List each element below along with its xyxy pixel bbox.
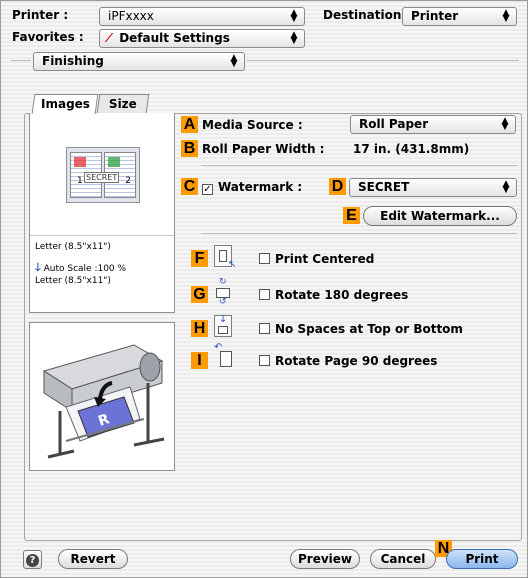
separator bbox=[201, 165, 517, 166]
image-thumbnail-icon bbox=[74, 157, 86, 167]
popup-arrows-icon: ▲ ▼ bbox=[290, 8, 298, 24]
tab-size[interactable]: Size bbox=[96, 94, 150, 113]
auto-scale-text: Auto Scale :100 % bbox=[43, 264, 127, 274]
favorites-icon: ⁄ bbox=[108, 31, 111, 45]
page-preview-frame: 1 2 SECRET bbox=[66, 147, 140, 203]
no-spaces-icon: ↓ bbox=[214, 314, 232, 337]
panel-select-value: Finishing bbox=[42, 54, 104, 68]
callout-i: I bbox=[191, 352, 208, 369]
watermark-checkbox-row[interactable]: ✓ Watermark : bbox=[202, 180, 302, 195]
callout-d: D bbox=[329, 178, 346, 195]
favorites-popup[interactable]: ⁄ Default Settings ▲ ▼ bbox=[99, 29, 305, 48]
destination-popup[interactable]: Printer ▲ ▼ bbox=[402, 7, 517, 26]
callout-h: H bbox=[191, 320, 208, 337]
popup-arrows-icon: ▲ ▼ bbox=[502, 8, 510, 24]
watermark-label: Watermark : bbox=[218, 180, 303, 194]
roll-width-label: Roll Paper Width : bbox=[202, 142, 325, 156]
callout-g: G bbox=[191, 286, 208, 303]
media-source-popup[interactable]: Roll Paper ▲ ▼ bbox=[350, 115, 516, 134]
rotate-90-icon: ↶ bbox=[214, 342, 232, 367]
tab-images[interactable]: Images bbox=[31, 94, 99, 114]
paper-to: Letter (8.5"x11") bbox=[35, 276, 111, 286]
rotate-180-icon: ↻ ↺ bbox=[214, 277, 232, 307]
help-button[interactable]: ? bbox=[23, 550, 42, 569]
printer-label: Printer : bbox=[12, 8, 69, 22]
media-source-label: Media Source : bbox=[202, 118, 303, 132]
separator bbox=[247, 60, 519, 61]
destination-label: Destination : bbox=[323, 8, 411, 22]
no-spaces-label: No Spaces at Top or Bottom bbox=[275, 322, 463, 336]
separator bbox=[201, 233, 517, 234]
callout-c: C bbox=[181, 178, 198, 195]
print-centered-icon: ↖ bbox=[214, 245, 236, 270]
large-format-printer-illustration: R bbox=[30, 323, 174, 470]
rotate-90-row[interactable]: Rotate Page 90 degrees bbox=[259, 354, 437, 368]
sheet-number: 2 bbox=[125, 176, 131, 186]
tab-size-label: Size bbox=[108, 97, 137, 111]
popup-arrows-icon: ▲ ▼ bbox=[290, 30, 298, 46]
popup-arrows-icon: ▲ ▼ bbox=[501, 116, 509, 132]
layout-preview: 1 2 SECRET Letter (8.5"x11") 🡓 Auto Scal… bbox=[29, 113, 175, 313]
popup-arrows-icon: ▲ ▼ bbox=[230, 53, 238, 69]
callout-e: E bbox=[343, 207, 360, 224]
callout-a: A bbox=[181, 116, 198, 133]
print-centered-checkbox[interactable] bbox=[259, 253, 270, 264]
destination-value: Printer bbox=[411, 9, 459, 23]
print-dialog: Printer : iPFxxxx ▲ ▼ Destination : Print… bbox=[0, 0, 528, 578]
rotate-180-row[interactable]: Rotate 180 degrees bbox=[259, 288, 408, 302]
preview-button[interactable]: Preview bbox=[290, 549, 360, 569]
media-source-value: Roll Paper bbox=[359, 117, 429, 131]
revert-button[interactable]: Revert bbox=[58, 549, 128, 569]
no-spaces-checkbox[interactable] bbox=[259, 323, 270, 334]
panel-select-popup[interactable]: Finishing ▲ ▼ bbox=[33, 52, 245, 71]
watermark-stamp: SECRET bbox=[84, 172, 120, 183]
rotate-180-checkbox[interactable] bbox=[259, 289, 270, 300]
popup-arrows-icon: ▲ ▼ bbox=[502, 179, 510, 195]
help-icon: ? bbox=[26, 554, 39, 567]
separator bbox=[11, 60, 31, 61]
edit-watermark-button[interactable]: Edit Watermark... bbox=[363, 206, 517, 226]
roll-width-value: 17 in. (431.8mm) bbox=[353, 142, 470, 156]
printer-illustration: R bbox=[29, 322, 175, 471]
watermark-value: SECRET bbox=[358, 180, 410, 194]
rotate-90-label: Rotate Page 90 degrees bbox=[275, 354, 438, 368]
watermark-popup[interactable]: SECRET ▲ ▼ bbox=[349, 178, 517, 197]
callout-f: F bbox=[191, 250, 208, 267]
print-centered-label: Print Centered bbox=[275, 252, 375, 266]
rotate-90-checkbox[interactable] bbox=[259, 355, 270, 366]
separator bbox=[30, 235, 174, 236]
favorites-label: Favorites : bbox=[12, 30, 84, 44]
watermark-checkbox[interactable]: ✓ bbox=[202, 184, 213, 195]
paper-from: Letter (8.5"x11") bbox=[35, 242, 111, 252]
favorites-value: Default Settings bbox=[119, 31, 230, 45]
printer-value: iPFxxxx bbox=[108, 9, 154, 23]
cancel-button[interactable]: Cancel bbox=[370, 549, 436, 569]
callout-b: B bbox=[181, 140, 198, 157]
tab-images-label: Images bbox=[40, 97, 90, 111]
sheet-number: 1 bbox=[77, 176, 83, 186]
print-centered-row[interactable]: Print Centered bbox=[259, 252, 374, 266]
image-thumbnail-icon bbox=[108, 157, 120, 167]
print-button[interactable]: Print bbox=[446, 549, 518, 569]
arrow-down-icon: 🡓 bbox=[35, 261, 41, 274]
printer-popup[interactable]: iPFxxxx ▲ ▼ bbox=[99, 7, 305, 26]
rotate-180-label: Rotate 180 degrees bbox=[275, 288, 409, 302]
no-spaces-row[interactable]: No Spaces at Top or Bottom bbox=[259, 322, 463, 336]
